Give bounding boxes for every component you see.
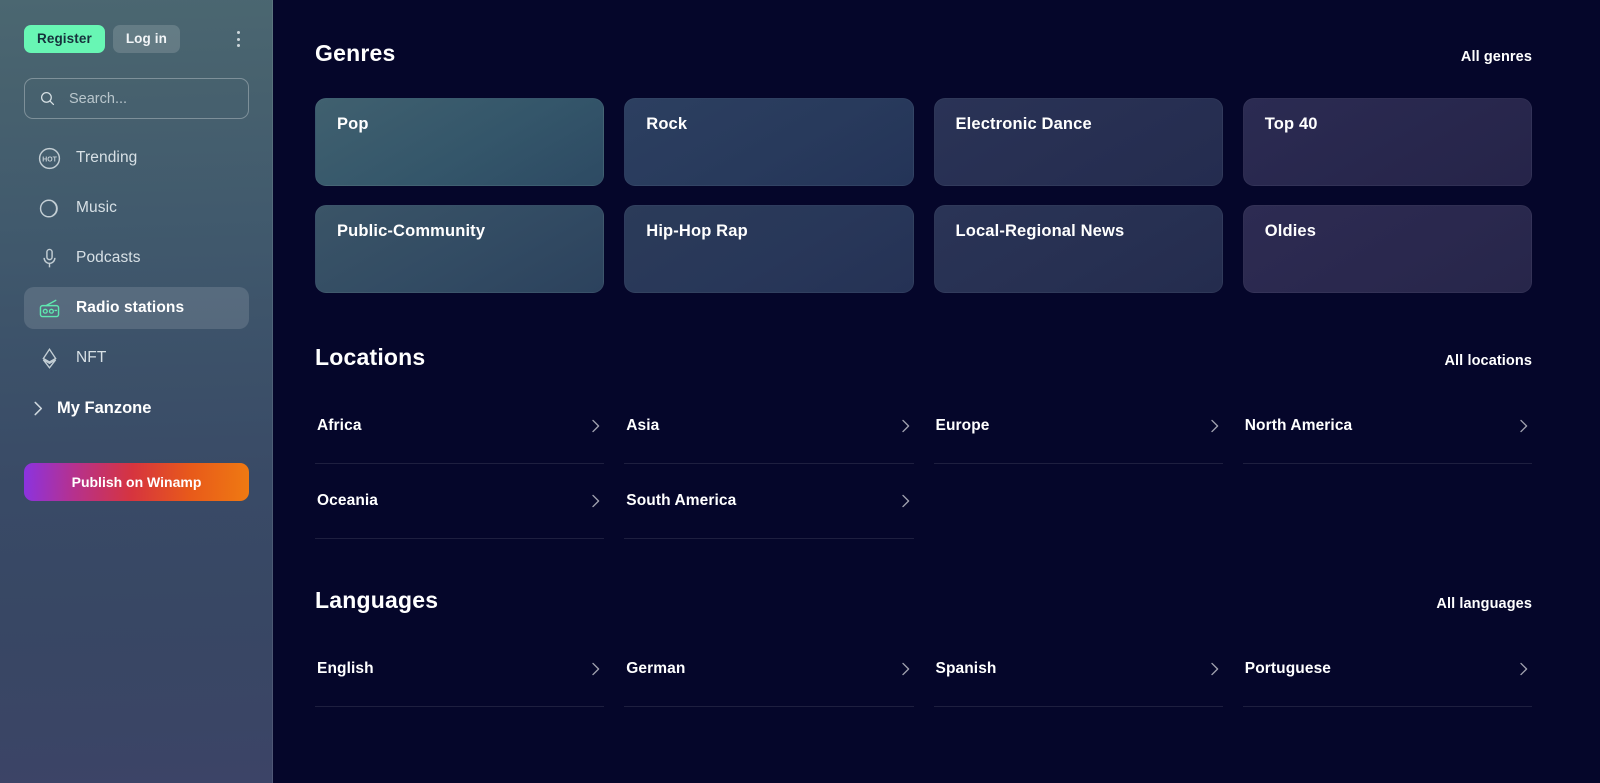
genre-card-label: Public-Community: [337, 222, 486, 240]
genre-card-grid: Pop Rock Electronic Dance Top 40 Public-…: [315, 98, 1532, 293]
sidebar-item-music[interactable]: Music: [24, 187, 249, 229]
chevron-right-icon: [1211, 662, 1219, 676]
genre-card-label: Top 40: [1264, 115, 1318, 133]
chevron-right-icon: [901, 662, 909, 676]
location-row[interactable]: Africa: [315, 389, 605, 464]
sidebar-item-podcasts[interactable]: Podcasts: [24, 237, 249, 279]
sidebar-item-label: Podcasts: [76, 249, 141, 266]
language-row[interactable]: Portuguese: [1242, 632, 1532, 707]
kebab-menu-icon[interactable]: [227, 26, 249, 52]
language-row[interactable]: English: [315, 632, 605, 707]
sidebar-item-my-fanzone[interactable]: My Fanzone: [24, 387, 249, 429]
genre-card[interactable]: Local-Regional News: [933, 205, 1223, 293]
auth-row: Register Log in: [24, 24, 249, 54]
sidebar-item-trending[interactable]: HOT Trending: [24, 137, 249, 179]
sidebar-item-label: Trending: [76, 149, 138, 166]
language-row[interactable]: German: [624, 632, 914, 707]
chevron-right-icon: [901, 419, 909, 433]
location-row[interactable]: Europe: [933, 389, 1223, 464]
location-row[interactable]: Asia: [624, 389, 914, 464]
location-label: Europe: [935, 417, 990, 434]
language-label: English: [317, 660, 374, 677]
languages-section-header: Languages All languages: [315, 539, 1532, 614]
ethereum-icon: [36, 345, 62, 371]
language-label: Spanish: [935, 660, 997, 677]
locations-section-header: Locations All locations: [315, 293, 1532, 371]
chevron-right-icon: [34, 401, 43, 415]
genre-card[interactable]: Hip-Hop Rap: [624, 205, 914, 293]
page-title: Genres: [315, 40, 396, 66]
language-row[interactable]: Spanish: [933, 632, 1223, 707]
all-locations-link[interactable]: All locations: [1444, 353, 1532, 369]
genre-card-label: Electronic Dance: [955, 115, 1092, 133]
language-label: German: [626, 660, 686, 677]
chevron-right-icon: [592, 662, 600, 676]
locations-grid-spacer: [934, 464, 1223, 539]
locations-grid-spacer: [1243, 464, 1532, 539]
all-languages-link[interactable]: All languages: [1436, 596, 1532, 612]
sidebar: Register Log in HOT Trending: [0, 0, 273, 783]
hot-badge-icon: HOT: [36, 145, 62, 171]
svg-text:HOT: HOT: [42, 156, 57, 163]
sidebar-item-label: My Fanzone: [57, 398, 152, 417]
location-label: South America: [626, 492, 737, 509]
locations-title: Locations: [315, 344, 426, 370]
register-button[interactable]: Register: [24, 25, 105, 53]
genre-card-label: Oldies: [1264, 222, 1317, 240]
sidebar-item-label: Radio stations: [76, 299, 185, 316]
login-button[interactable]: Log in: [112, 25, 180, 53]
chevron-right-icon: [1211, 419, 1219, 433]
location-label: North America: [1244, 417, 1353, 434]
location-row[interactable]: South America: [624, 464, 914, 539]
sidebar-nav: HOT Trending Music Podcasts Radio statio…: [24, 137, 249, 379]
locations-grid: Africa Asia Europe North America Oceania…: [315, 389, 1532, 539]
location-label: Asia: [626, 417, 660, 434]
genre-card[interactable]: Public-Community: [315, 205, 605, 293]
location-row[interactable]: North America: [1242, 389, 1532, 464]
chevron-right-icon: [1520, 419, 1528, 433]
genre-card-label: Pop: [337, 115, 369, 133]
vinyl-disc-icon: [36, 195, 62, 221]
chevron-right-icon: [901, 494, 909, 508]
chevron-right-icon: [592, 419, 600, 433]
languages-grid: English German Spanish Portuguese: [315, 632, 1532, 707]
genre-card[interactable]: Rock: [624, 98, 914, 186]
genre-card[interactable]: Oldies: [1242, 205, 1532, 293]
search-bar[interactable]: [24, 78, 249, 119]
sidebar-item-nft[interactable]: NFT: [24, 337, 249, 379]
chevron-right-icon: [1520, 662, 1528, 676]
sidebar-item-label: NFT: [76, 349, 107, 366]
search-input[interactable]: [69, 90, 234, 107]
location-row[interactable]: Oceania: [315, 464, 605, 539]
main-content: Genres All genres Pop Rock Electronic Da…: [273, 0, 1600, 783]
genre-card-label: Rock: [646, 115, 688, 133]
genre-card[interactable]: Top 40: [1242, 98, 1532, 186]
languages-title: Languages: [315, 587, 439, 613]
chevron-right-icon: [592, 494, 600, 508]
genre-card-label: Local-Regional News: [955, 222, 1125, 240]
all-genres-link[interactable]: All genres: [1461, 49, 1532, 65]
genre-card[interactable]: Pop: [315, 98, 605, 186]
search-icon: [40, 91, 55, 106]
publish-on-winamp-button[interactable]: Publish on Winamp: [24, 463, 249, 501]
app-root: Register Log in HOT Trending: [0, 0, 1600, 783]
genre-card[interactable]: Electronic Dance: [933, 98, 1223, 186]
location-label: Africa: [317, 417, 362, 434]
location-label: Oceania: [317, 492, 379, 509]
sidebar-item-label: Music: [76, 199, 117, 216]
sidebar-item-radio-stations[interactable]: Radio stations: [24, 287, 249, 329]
microphone-icon: [36, 245, 62, 271]
genre-card-label: Hip-Hop Rap: [646, 222, 748, 240]
radio-icon: [36, 295, 62, 321]
genres-section-header: Genres All genres: [315, 0, 1532, 67]
language-label: Portuguese: [1244, 660, 1332, 677]
